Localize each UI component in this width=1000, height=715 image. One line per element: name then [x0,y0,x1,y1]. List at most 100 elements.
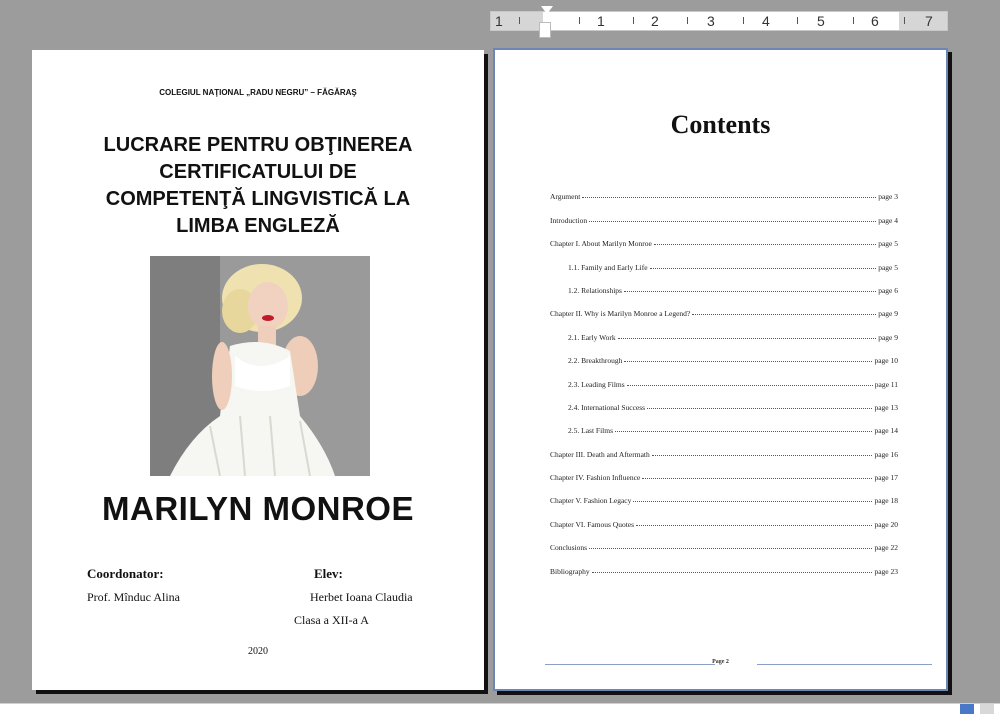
toc-entry[interactable]: 2.5. Last Films page 14 [550,412,898,435]
toc-entry[interactable]: Chapter V. Fashion Legacy page 18 [550,482,898,505]
toc-entry[interactable]: Conclusions page 22 [550,529,898,552]
toc-leader-dots [653,244,877,246]
toc-leader-dots [692,314,877,316]
toc-entry[interactable]: Argument page 3 [550,178,898,201]
toc-leader-dots [589,220,877,222]
toc-entry-page: page 3 [878,192,898,202]
toc-leader-dots [647,407,873,409]
toc-leader-dots [636,524,873,526]
toc-entry-page: page 9 [878,309,898,319]
view-mode-button[interactable] [960,704,974,714]
thesis-title-line: LUCRARE PENTRU OBŢINEREA [103,134,413,156]
toc-entry[interactable]: Chapter IV. Fashion Influence page 17 [550,459,898,482]
toc-entry-title: Chapter II. Why is Marilyn Monroe a Lege… [550,309,691,319]
toc-entry-title: Introduction [550,215,588,225]
cover-photo [150,256,370,476]
student-label: Elev: [314,566,343,581]
toc-entry-title: 2.4. International Success [568,402,646,412]
toc-entry-title: Chapter I. About Marilyn Monroe [550,239,652,249]
thesis-title-line: LIMBA ENGLEZĂ [176,215,340,237]
cover-year: 2020 [248,646,268,657]
toc-leader-dots [624,361,873,363]
ruler-mark [904,17,905,24]
ruler-mark [519,17,520,24]
toc-entry[interactable]: Chapter II. Why is Marilyn Monroe a Lege… [550,295,898,318]
toc-entry-page: page 9 [878,332,898,342]
toc-entry-title: Argument [550,192,581,202]
toc-entry-page: page 22 [874,543,898,553]
toc-entry-page: page 5 [878,239,898,249]
ruler-mark [853,17,854,24]
toc-entry[interactable]: 1.2. Relationships page 6 [550,272,898,295]
toc-entry[interactable]: Chapter VI. Famous Quotes page 20 [550,505,898,529]
first-line-indent-marker[interactable] [541,6,553,14]
toc-entry[interactable]: 2.2. Breakthrough page 10 [550,342,898,365]
toc-entry-title: Chapter VI. Famous Quotes [550,519,635,529]
toc-entry-page: page 20 [874,519,898,529]
toc-entry[interactable]: 2.1. Early Work page 9 [550,318,898,342]
toc-leader-dots [623,290,877,292]
toc-leader-dots [651,454,873,456]
toc-entry-title: 2.3. Leading Films [568,379,625,389]
toc-leader-dots [642,478,873,480]
ruler-mark [743,17,744,24]
toc-entry-title: Chapter IV. Fashion Influence [550,473,641,483]
toc-leader-dots [617,337,877,339]
thesis-title: LUCRARE PENTRU OBŢINEREA CERTIFICATULUI … [72,132,444,240]
ruler-label: 2 [651,13,659,29]
ruler-mark [687,17,688,24]
toc-leader-dots [626,384,873,386]
toc-entry-page: page 4 [878,215,898,225]
ruler-label: 1 [597,13,605,29]
toc-entry-page: page 10 [874,356,898,366]
ruler-label: 6 [871,13,879,29]
coordinator-label: Coordonator: [87,566,164,581]
toc-entry-page: page 16 [874,449,898,459]
cover-page: COLEGIUL NAŢIONAL „RADU NEGRU” – FĂGĂRAŞ… [32,50,484,690]
thesis-title-line: COMPETENŢĂ LINGVISTICĂ LA [105,188,411,210]
thesis-title-line: CERTIFICATULUI DE [159,161,357,183]
toc-leader-dots [589,548,873,550]
ruler-mark [633,17,634,24]
student-name: Herbet Ioana Claudia [310,590,413,604]
horizontal-ruler[interactable]: 1 1 2 3 4 5 6 7 [490,6,948,38]
ruler-right-margin [899,12,947,30]
ruler-label: 5 [817,13,825,29]
toc-entry[interactable]: Bibliography page 23 [550,552,898,576]
toc-leader-dots [591,571,873,573]
toc-entry-title: Conclusions [550,543,588,553]
student-class: Clasa a XII-a A [294,613,369,627]
toc-entry-title: Chapter V. Fashion Legacy [550,496,632,506]
left-indent-marker[interactable] [539,22,551,38]
toc-entry-title: 2.1. Early Work [568,332,616,342]
view-mode-button[interactable] [980,704,994,714]
toc-entry[interactable]: Chapter III. Death and Aftermath page 16 [550,435,898,459]
toc-entry[interactable]: Introduction page 4 [550,201,898,225]
toc-leader-dots [615,431,873,433]
toc-entry[interactable]: 1.1. Family and Early Life page 5 [550,248,898,272]
contents-page: Contents Argument page 3 Introduction page … [493,48,948,691]
toc-entry-title: 1.2. Relationships [568,285,622,295]
toc-entry-page: page 14 [874,426,898,436]
toc-entry-page: page 11 [874,379,898,389]
toc-entry-page: page 18 [874,496,898,506]
coordinator-name: Prof. Mînduc Alina [87,590,180,604]
ruler-mark [579,17,580,24]
toc-entry[interactable]: Chapter I. About Marilyn Monroe page 5 [550,225,898,248]
toc-leader-dots [633,501,873,503]
toc-entry[interactable]: 2.3. Leading Films page 11 [550,365,898,389]
toc-entry-title: 1.1. Family and Early Life [568,262,648,272]
ruler-mark [797,17,798,24]
subject-name: MARILYN MONROE [102,490,414,527]
toc-entry-title: Chapter III. Death and Aftermath [550,449,650,459]
ruler-label: 3 [707,13,715,29]
toc-entry-title: 2.5. Last Films [568,426,614,436]
table-of-contents: Argument page 3 Introduction page 4 Chapter … [550,178,898,576]
toc-entry-page: page 17 [874,473,898,483]
page-number-footer: Page 2 [712,659,729,665]
toc-entry-title: 2.2. Breakthrough [568,356,623,366]
toc-entry-page: page 13 [874,402,898,412]
toc-entry[interactable]: 2.4. International Success page 13 [550,389,898,412]
portrait-image [150,256,370,476]
horizontal-scrollbar[interactable] [0,703,1000,715]
